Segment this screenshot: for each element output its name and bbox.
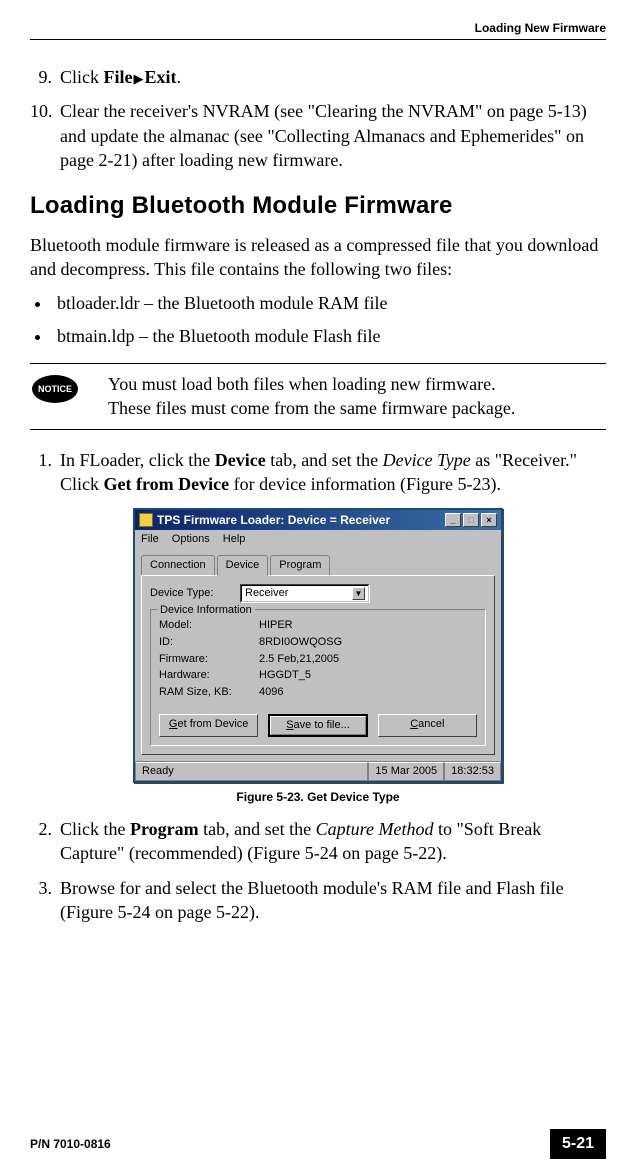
info-value: HIPER	[259, 618, 293, 633]
continuation-steps: 9. Click File▶Exit. 10. Clear the receiv…	[30, 65, 606, 172]
step-2: 2. Click the Program tab, and set the Ca…	[30, 817, 606, 866]
notice-callout: NOTICE You must load both files when loa…	[30, 363, 606, 430]
step-1: 1. In FLoader, click the Device tab, and…	[30, 448, 606, 497]
step-number: 9.	[30, 65, 60, 89]
chevron-down-icon[interactable]: ▼	[352, 587, 365, 600]
figure-caption: Figure 5-23. Get Device Type	[30, 789, 606, 805]
status-time: 18:32:53	[444, 762, 501, 781]
step-3: 3. Browse for and select the Bluetooth m…	[30, 876, 606, 925]
list-item: btloader.ldr – the Bluetooth module RAM …	[52, 291, 606, 315]
maximize-button[interactable]: □	[463, 513, 479, 527]
device-tab-panel: Device Type: Receiver ▼ Device Informati…	[141, 575, 495, 755]
menu-file[interactable]: File	[141, 533, 159, 545]
device-info-group: Device Information Model:HIPER ID:8RDI0O…	[150, 609, 486, 746]
text-fragment: .	[177, 67, 182, 87]
info-row: RAM Size, KB:4096	[159, 685, 477, 700]
step-body: Click the Program tab, and set the Captu…	[60, 817, 606, 866]
step-body: Click File▶Exit.	[60, 65, 606, 89]
intro-paragraph: Bluetooth module firmware is released as…	[30, 233, 606, 282]
procedure-steps: 1. In FLoader, click the Device tab, and…	[30, 448, 606, 497]
step-number: 3.	[30, 876, 60, 925]
app-icon	[139, 513, 153, 527]
window-title: TPS Firmware Loader: Device = Receiver	[157, 512, 445, 528]
tabs: Connection Device Program	[141, 555, 495, 576]
save-to-file-button[interactable]: Save to file...	[268, 714, 367, 737]
info-label: Firmware:	[159, 652, 259, 667]
device-type-select[interactable]: Receiver ▼	[240, 584, 370, 603]
tab-device[interactable]: Device	[217, 555, 269, 576]
menu-help[interactable]: Help	[223, 533, 246, 545]
tab-program[interactable]: Program	[270, 555, 330, 576]
info-label: Hardware:	[159, 668, 259, 683]
menubar: File Options Help	[135, 530, 501, 549]
info-label: ID:	[159, 635, 259, 650]
close-button[interactable]: ×	[481, 513, 497, 527]
step-number: 2.	[30, 817, 60, 866]
statusbar: Ready 15 Mar 2005 18:32:53	[135, 761, 501, 781]
step-number: 1.	[30, 448, 60, 497]
menu-file: File	[104, 67, 133, 87]
menu-options[interactable]: Options	[172, 533, 210, 545]
info-row: Firmware:2.5 Feb,21,2005	[159, 652, 477, 667]
page-number: 5-21	[550, 1129, 606, 1159]
cancel-button[interactable]: Cancel	[378, 714, 477, 737]
minimize-button[interactable]: _	[445, 513, 461, 527]
running-header: Loading New Firmware	[30, 20, 606, 40]
step-9: 9. Click File▶Exit.	[30, 65, 606, 89]
section-heading: Loading Bluetooth Module Firmware	[30, 190, 606, 222]
step-number: 10.	[30, 99, 60, 172]
group-title: Device Information	[157, 603, 255, 618]
step-10: 10. Clear the receiver's NVRAM (see "Cle…	[30, 99, 606, 172]
procedure-steps-cont: 2. Click the Program tab, and set the Ca…	[30, 817, 606, 924]
step-body: Browse for and select the Bluetooth modu…	[60, 876, 606, 925]
info-value: 2.5 Feb,21,2005	[259, 652, 339, 667]
part-number: P/N 7010-0816	[30, 1136, 111, 1152]
notice-text: You must load both files when loading ne…	[108, 372, 606, 421]
info-value: 8RDI0OWQOSG	[259, 635, 342, 650]
status-text: Ready	[135, 762, 368, 781]
info-label: RAM Size, KB:	[159, 685, 259, 700]
info-value: HGGDT_5	[259, 668, 311, 683]
info-value: 4096	[259, 685, 283, 700]
device-type-label: Device Type:	[150, 586, 240, 601]
info-row: Hardware:HGGDT_5	[159, 668, 477, 683]
get-from-device-button[interactable]: Get from Device	[159, 714, 258, 737]
page-footer: P/N 7010-0816 5-21	[30, 1129, 606, 1159]
info-label: Model:	[159, 618, 259, 633]
step-body: In FLoader, click the Device tab, and se…	[60, 448, 606, 497]
step-body: Clear the receiver's NVRAM (see "Clearin…	[60, 99, 606, 172]
status-date: 15 Mar 2005	[368, 762, 444, 781]
figure-5-23: TPS Firmware Loader: Device = Receiver _…	[30, 508, 606, 783]
button-row: Get from Device Save to file... Cancel	[159, 714, 477, 737]
info-row: ID:8RDI0OWQOSG	[159, 635, 477, 650]
device-type-row: Device Type: Receiver ▼	[150, 584, 486, 603]
text-fragment: Click	[60, 67, 104, 87]
list-item: btmain.ldp – the Bluetooth module Flash …	[52, 324, 606, 348]
window-controls: _ □ ×	[445, 513, 497, 527]
titlebar: TPS Firmware Loader: Device = Receiver _…	[135, 510, 501, 530]
menu-arrow-icon: ▶	[133, 71, 145, 86]
client-area: Connection Device Program Device Type: R…	[135, 549, 501, 761]
file-list: btloader.ldr – the Bluetooth module RAM …	[52, 291, 606, 348]
firmware-loader-window: TPS Firmware Loader: Device = Receiver _…	[133, 508, 503, 783]
info-row: Model:HIPER	[159, 618, 477, 633]
device-type-value: Receiver	[245, 586, 288, 601]
notice-badge-icon: NOTICE	[32, 375, 78, 403]
menu-exit: Exit	[145, 67, 177, 87]
tab-connection[interactable]: Connection	[141, 555, 215, 576]
